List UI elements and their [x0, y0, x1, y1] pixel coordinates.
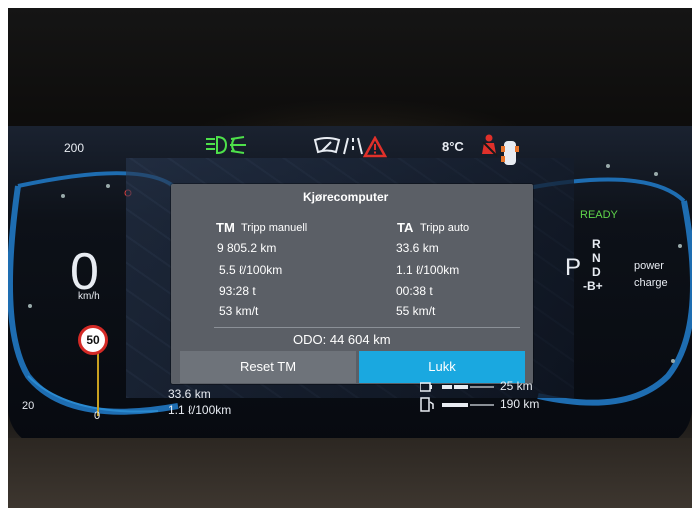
car-door-open-icon — [501, 141, 519, 165]
battery-range-bar — [420, 382, 494, 392]
speed-unit: km/h — [78, 291, 100, 302]
dashboard-photo: 8°C 200 0 km/h 50 20 0 READY P R N D -B+… — [8, 8, 692, 508]
headlight-icon — [206, 135, 246, 155]
charge-label: charge — [634, 277, 668, 289]
ta-distance: 33.6 km — [396, 241, 439, 255]
tm-consumption: 5.5 ℓ/100km — [219, 263, 283, 277]
electric-range: 25 km — [500, 379, 533, 393]
fuel-range-bar — [420, 397, 494, 412]
seatbelt-warning-icon — [482, 134, 498, 157]
speed-scale-20: 20 — [22, 400, 35, 412]
ta-label: Tripp auto — [420, 222, 470, 234]
bottom-trip-distance: 33.6 km — [168, 387, 211, 401]
dialog-divider — [214, 327, 520, 328]
speed-limit-sign: 50 — [78, 325, 108, 355]
temperature: 8°C — [442, 139, 464, 154]
speed-scale-max: 200 — [64, 141, 85, 155]
tm-avg-speed: 53 km/t — [219, 304, 259, 318]
power-label: power — [634, 260, 664, 272]
ta-code: TA — [397, 220, 414, 235]
speed-scale-0: 0 — [94, 410, 101, 422]
dashboard-trim — [8, 438, 692, 508]
odometer: ODO: 44 604 km — [293, 332, 391, 347]
gear-reverse: R — [592, 237, 601, 251]
gear-brake: -B+ — [583, 279, 603, 293]
tm-code: TM — [216, 220, 235, 235]
gear-neutral: N — [592, 251, 601, 265]
ready-indicator: READY — [580, 209, 618, 221]
lane-warning-icon — [343, 137, 363, 155]
ta-consumption: 1.1 ℓ/100km — [396, 263, 460, 277]
reset-tm-button[interactable]: Reset TM — [180, 351, 356, 383]
windshield-washer-icon — [313, 137, 341, 154]
tm-distance: 9 805.2 km — [217, 241, 277, 255]
fuel-range: 190 km — [500, 397, 540, 411]
ta-avg-speed: 55 km/t — [396, 304, 436, 318]
tm-time: 93:28 t — [219, 284, 256, 298]
gear-drive: D — [592, 265, 601, 279]
hazard-warning-icon — [363, 136, 387, 158]
bottom-trip-consumption: 1.1 ℓ/100km — [168, 403, 232, 417]
ta-time: 00:38 t — [396, 284, 433, 298]
gear-park: P — [565, 254, 582, 281]
tm-label: Tripp manuell — [241, 222, 308, 234]
dialog-title: Kjørecomputer — [303, 190, 389, 204]
